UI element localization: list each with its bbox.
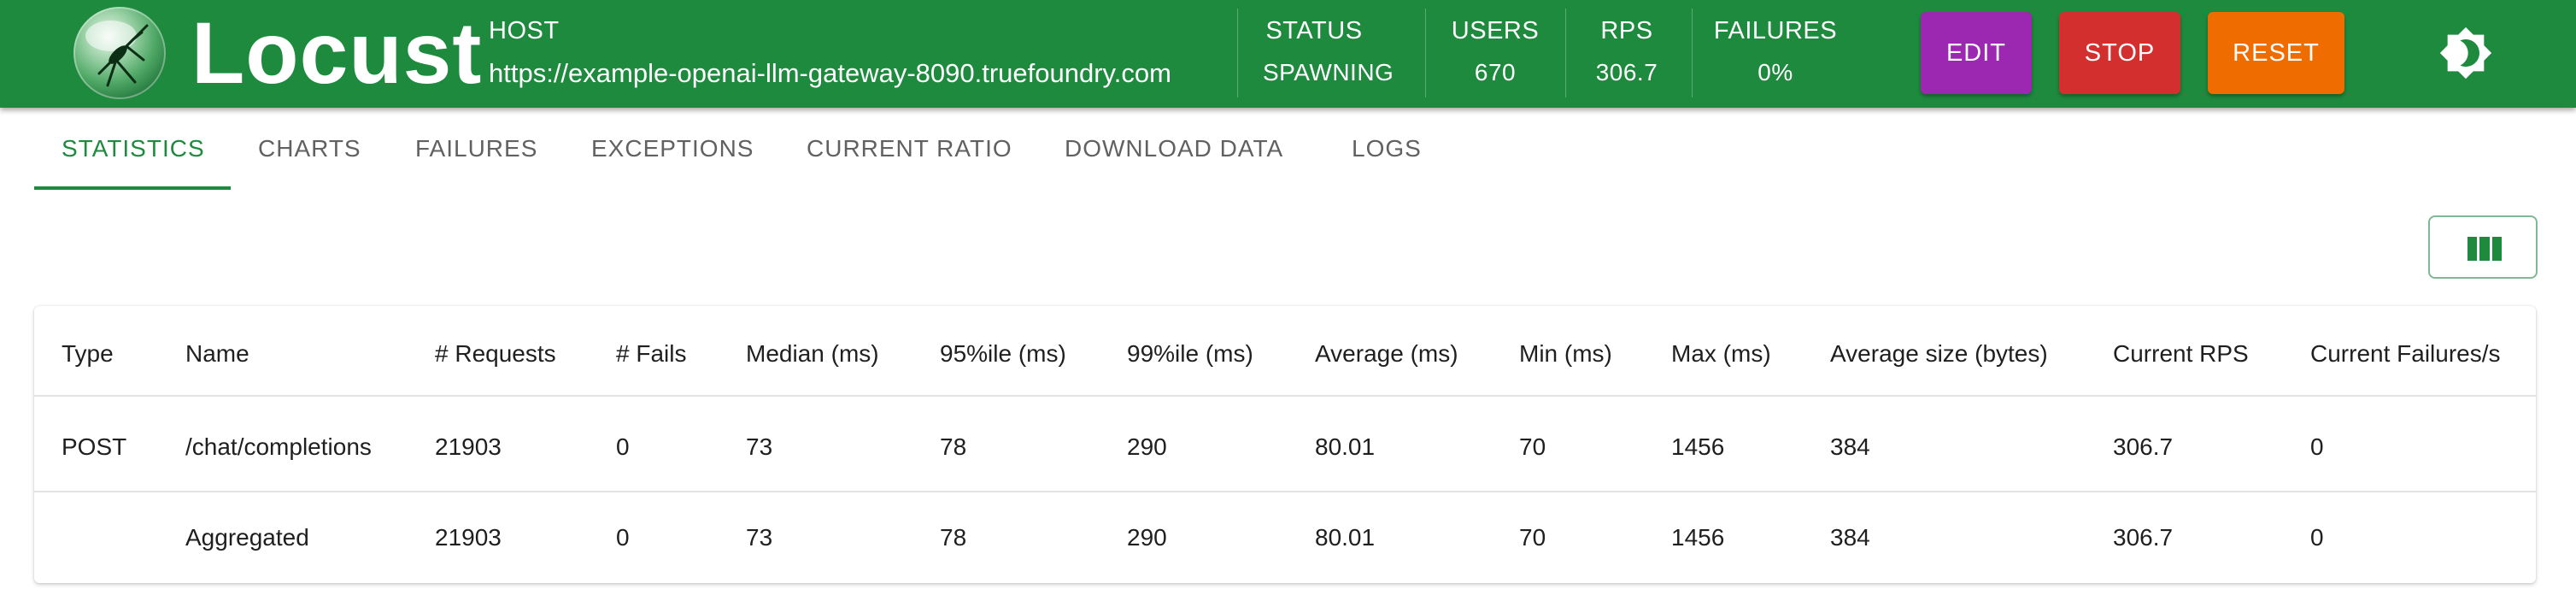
table-cell: 0 xyxy=(616,524,630,551)
table-cell: 290 xyxy=(1127,433,1167,460)
edit-button[interactable]: EDIT xyxy=(1921,12,2032,94)
tab-failures[interactable]: FAILURES xyxy=(415,135,537,162)
table-cell: 80.01 xyxy=(1315,524,1376,551)
stop-button[interactable]: STOP xyxy=(2059,12,2180,94)
table-cell: 21903 xyxy=(435,524,502,551)
column-header[interactable]: Average size (bytes) xyxy=(1830,306,2048,402)
users-stat: USERS 670 xyxy=(1447,17,1543,86)
top-header: Locust HOST https://example-openai-llm-g… xyxy=(0,0,2576,108)
table-cell: POST xyxy=(62,433,127,460)
brightness-icon[interactable] xyxy=(2438,26,2493,80)
table-cell: 0 xyxy=(616,433,630,460)
column-header[interactable]: Current Failures/s xyxy=(2310,306,2501,402)
failures-value: 0% xyxy=(1757,59,1793,85)
table-cell: 384 xyxy=(1830,433,1870,460)
table-cell: 306.7 xyxy=(2113,433,2174,460)
column-header[interactable]: Max (ms) xyxy=(1671,306,1771,402)
failures-stat: FAILURES 0% xyxy=(1712,17,1839,86)
table-cell: /chat/completions xyxy=(185,433,372,460)
table-cell: 70 xyxy=(1519,524,1546,551)
table-row: POST /chat/completions 21903 0 73 78 290… xyxy=(34,402,2536,492)
header-divider xyxy=(1692,9,1693,97)
locust-logo xyxy=(73,7,166,99)
tab-exceptions[interactable]: EXCEPTIONS xyxy=(591,135,754,162)
table-cell: 0 xyxy=(2310,524,2324,551)
status-value: SPAWNING xyxy=(1263,59,1394,85)
header-divider xyxy=(1237,9,1238,97)
table-cell: 384 xyxy=(1830,524,1870,551)
header-divider xyxy=(1565,9,1566,97)
statistics-table: Type Name # Requests # Fails Median (ms)… xyxy=(34,306,2536,583)
table-cell: 1456 xyxy=(1671,524,1725,551)
column-header[interactable]: Average (ms) xyxy=(1315,306,1458,402)
table-cell: 290 xyxy=(1127,524,1167,551)
active-tab-indicator xyxy=(34,186,231,190)
rps-value: 306.7 xyxy=(1595,59,1658,85)
host-label: HOST xyxy=(489,17,560,44)
table-cell: 0 xyxy=(2310,433,2324,460)
table-cell: 21903 xyxy=(435,433,502,460)
table-row: Aggregated 21903 0 73 78 290 80.01 70 14… xyxy=(34,492,2536,583)
tab-current-ratio[interactable]: CURRENT RATIO xyxy=(807,135,1012,162)
table-cell: 78 xyxy=(940,524,967,551)
column-header[interactable]: # Requests xyxy=(435,306,556,402)
column-header[interactable]: Name xyxy=(185,306,249,402)
brand-title: Locust xyxy=(191,4,483,102)
table-cell: 73 xyxy=(746,524,773,551)
table-cell: Aggregated xyxy=(185,524,309,551)
column-header[interactable]: Type xyxy=(62,306,114,402)
view-column-icon xyxy=(2467,237,2502,261)
users-label: USERS xyxy=(1451,17,1540,44)
reset-button[interactable]: RESET xyxy=(2208,12,2344,94)
column-header[interactable]: Median (ms) xyxy=(746,306,879,402)
host-url: https://example-openai-llm-gateway-8090.… xyxy=(489,58,1171,88)
table-cell: 1456 xyxy=(1671,433,1725,460)
table-cell: 306.7 xyxy=(2113,524,2174,551)
tab-charts[interactable]: CHARTS xyxy=(258,135,361,162)
failures-label: FAILURES xyxy=(1713,17,1838,44)
column-header[interactable]: # Fails xyxy=(616,306,686,402)
status-stat: STATUS SPAWNING xyxy=(1263,17,1394,86)
tab-logs[interactable]: LOGS xyxy=(1352,135,1422,162)
status-label: STATUS xyxy=(1265,17,1363,44)
table-cell: 78 xyxy=(940,433,967,460)
table-cell: 73 xyxy=(746,433,773,460)
table-header-row: Type Name # Requests # Fails Median (ms)… xyxy=(34,306,2536,397)
rps-stat: RPS 306.7 xyxy=(1586,17,1668,86)
header-divider xyxy=(1425,9,1426,97)
column-header[interactable]: Min (ms) xyxy=(1519,306,1612,402)
tab-statistics[interactable]: STATISTICS xyxy=(62,135,205,162)
rps-label: RPS xyxy=(1600,17,1653,44)
users-value: 670 xyxy=(1474,59,1517,85)
tab-download-data[interactable]: DOWNLOAD DATA xyxy=(1065,135,1283,162)
column-header[interactable]: Current RPS xyxy=(2113,306,2249,402)
table-cell: 80.01 xyxy=(1315,433,1376,460)
column-selector-button[interactable] xyxy=(2428,215,2538,279)
table-cell: 70 xyxy=(1519,433,1546,460)
column-header[interactable]: 99%ile (ms) xyxy=(1127,306,1253,402)
column-header[interactable]: 95%ile (ms) xyxy=(940,306,1066,402)
